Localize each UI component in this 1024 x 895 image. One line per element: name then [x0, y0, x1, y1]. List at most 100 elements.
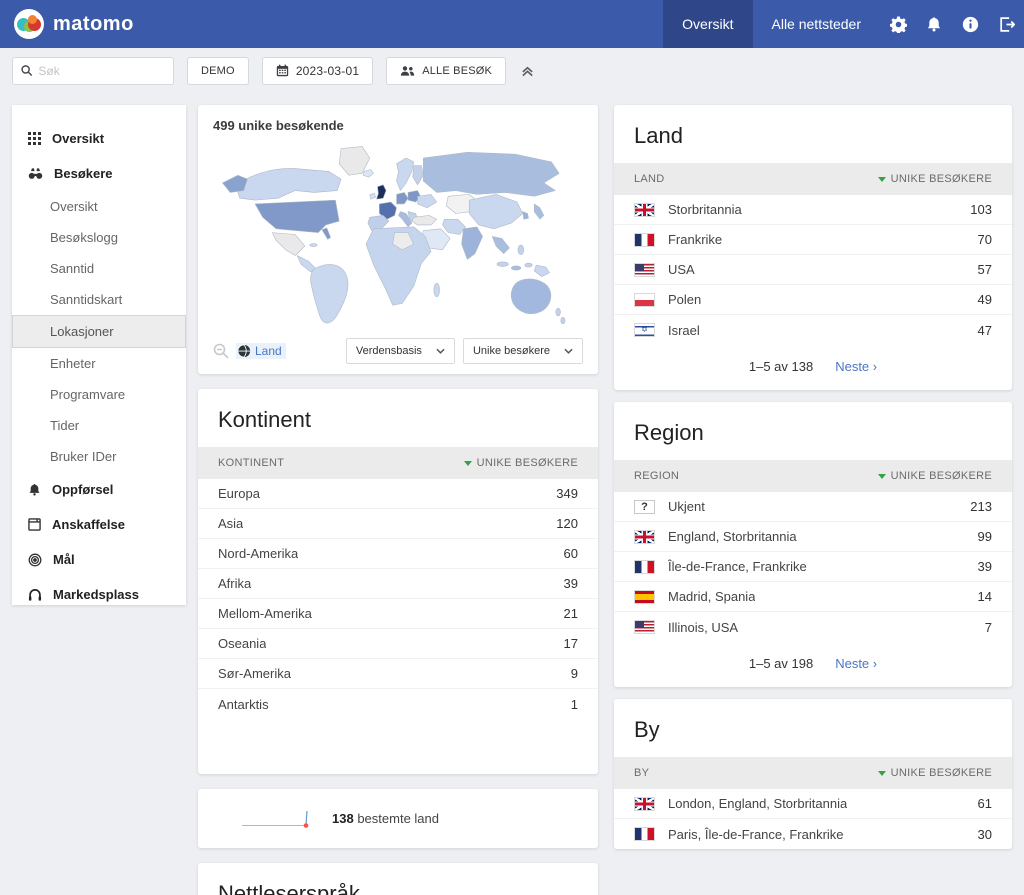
table-body: Europa 349 Asia 120 Nord-Amerika 60 Afri…	[198, 479, 598, 774]
grid-icon	[28, 132, 41, 145]
distinct-countries-widget: 138 bestemte land	[198, 789, 598, 848]
table-row[interactable]: Sør-Amerika 9	[198, 659, 598, 689]
sort-column-header[interactable]: UNIKE BESØKERE	[878, 767, 992, 779]
region-flag-icon	[634, 590, 655, 604]
pagination-next-link[interactable]: Neste ›	[835, 359, 877, 374]
country-flag-icon	[634, 203, 655, 217]
acquisition-window-icon	[28, 518, 41, 531]
search-input[interactable]	[38, 64, 165, 78]
sort-column-header[interactable]: UNIKE BESØKERE	[878, 173, 992, 185]
table-row[interactable]: Europa 349	[198, 479, 598, 509]
table-row[interactable]: London, England, Storbritannia 61	[614, 789, 1012, 819]
matomo-logo[interactable]: matomo	[14, 9, 134, 39]
table-row[interactable]: ? Ukjent 213	[614, 492, 1012, 522]
search-box[interactable]	[12, 57, 174, 85]
date-range-label: 2023-03-01	[296, 64, 359, 78]
pagination-next-link[interactable]: Neste ›	[835, 656, 877, 671]
table-row[interactable]: Nord-Amerika 60	[198, 539, 598, 569]
table-row[interactable]: Antarktis 1	[198, 689, 598, 719]
collapse-chevrons-icon[interactable]	[521, 64, 534, 77]
widget-title: By	[614, 699, 1012, 757]
behavior-bell-icon	[28, 483, 41, 496]
help-info-icon[interactable]	[952, 0, 988, 48]
sidebar-subitem[interactable]: Sanntid	[12, 253, 186, 284]
table-row[interactable]: Madrid, Spania 14	[614, 582, 1012, 612]
notifications-bell-icon[interactable]	[916, 0, 952, 48]
matomo-logo-icon	[14, 9, 44, 39]
search-icon	[21, 64, 32, 77]
table-row[interactable]: Afrika 39	[198, 569, 598, 599]
settings-gear-icon[interactable]	[880, 0, 916, 48]
chevron-down-icon	[564, 348, 573, 354]
table-row[interactable]: Oseania 17	[198, 629, 598, 659]
region-widget: Region REGION UNIKE BESØKERE ? Ukjent 21…	[614, 402, 1012, 687]
sidebar-subitems: OversiktBesøksloggSanntidSanntidskartLok…	[12, 191, 186, 472]
world-map-choropleth[interactable]	[213, 137, 583, 333]
table-row[interactable]: Île-de-France, Frankrike 39	[614, 552, 1012, 582]
logout-icon[interactable]	[988, 0, 1024, 48]
sidebar-subitem[interactable]: Enheter	[12, 348, 186, 379]
sidebar-subitem[interactable]: Oversikt	[12, 191, 186, 222]
map-metric-select[interactable]: Unike besøkere	[463, 338, 583, 364]
table-header: BY UNIKE BESØKERE	[614, 757, 1012, 789]
sidebar-subitem[interactable]: Lokasjoner	[12, 315, 186, 348]
country-flag-icon	[634, 263, 655, 277]
sidebar-subitem[interactable]: Bruker IDer	[12, 441, 186, 472]
country-flag-icon	[634, 323, 655, 337]
sidebar-subitem[interactable]: Besøkslogg	[12, 222, 186, 253]
sidebar-subitem[interactable]: Tider	[12, 410, 186, 441]
widget-title: Nettleserspråk	[198, 863, 598, 895]
table-row[interactable]: Asia 120	[198, 509, 598, 539]
country-flag-icon	[634, 293, 655, 307]
country-flag-icon	[634, 233, 655, 247]
table-row[interactable]: Israel 47	[614, 315, 1012, 345]
city-widget: By BY UNIKE BESØKERE London, England, St…	[614, 699, 1012, 849]
sort-desc-icon	[464, 461, 472, 466]
nav-tab-alle-nettsteder[interactable]: Alle nettsteder	[753, 0, 881, 48]
map-region-link[interactable]: Land	[236, 343, 286, 359]
table-row[interactable]: Paris, Île-de-France, Frankrike 30	[614, 819, 1012, 849]
segment-toolbar: DEMO 2023-03-01 ALLE BESØK	[0, 48, 1024, 93]
globe-icon	[237, 344, 251, 358]
sidebar-item-anskaffelse[interactable]: Anskaffelse	[12, 507, 186, 542]
map-title: 499 unike besøkende	[213, 118, 583, 133]
site-selector-button[interactable]: DEMO	[187, 57, 249, 85]
left-sidebar: Oversikt Besøkere OversiktBesøksloggSann…	[12, 105, 186, 605]
table-header: LAND UNIKE BESØKERE	[614, 163, 1012, 195]
sidebar-item-oppforsel[interactable]: Oppførsel	[12, 472, 186, 507]
table-row[interactable]: Frankrike 70	[614, 225, 1012, 255]
widget-title: Region	[614, 402, 1012, 460]
sort-column-header[interactable]: UNIKE BESØKERE	[878, 470, 992, 482]
map-zoom-out-icon[interactable]	[213, 343, 229, 359]
table-body: ? Ukjent 213 England, Storbritannia 99 Î…	[614, 492, 1012, 642]
table-row[interactable]: USA 57	[614, 255, 1012, 285]
region-flag-icon	[634, 530, 655, 544]
table-row[interactable]: England, Storbritannia 99	[614, 522, 1012, 552]
sidebar-subitem[interactable]: Sanntidskart	[12, 284, 186, 315]
table-row[interactable]: Illinois, USA 7	[614, 612, 1012, 642]
table-row[interactable]: Mellom-Amerika 21	[198, 599, 598, 629]
nav-tab-oversikt[interactable]: Oversikt	[663, 0, 752, 48]
segment-selector-button[interactable]: ALLE BESØK	[386, 57, 506, 85]
sidebar-item-oversikt[interactable]: Oversikt	[12, 121, 186, 156]
pagination-range: 1–5 av 138	[749, 359, 813, 374]
table-body: Storbritannia 103 Frankrike 70 USA 57 Po…	[614, 195, 1012, 345]
top-navbar: matomo Oversikt Alle nettsteder	[0, 0, 1024, 48]
sort-column-header[interactable]: UNIKE BESØKERE	[464, 457, 578, 469]
sort-desc-icon	[878, 771, 886, 776]
country-widget: Land LAND UNIKE BESØKERE Storbritannia 1…	[614, 105, 1012, 390]
sidebar-item-mal[interactable]: Mål	[12, 542, 186, 577]
sidebar-item-besokere[interactable]: Besøkere	[12, 156, 186, 191]
table-row[interactable]: Polen 49	[614, 285, 1012, 315]
map-view-select[interactable]: Verdensbasis	[346, 338, 455, 364]
date-range-button[interactable]: 2023-03-01	[262, 57, 373, 85]
table-header: KONTINENT UNIKE BESØKERE	[198, 447, 598, 479]
sidebar-subitem[interactable]: Programvare	[12, 379, 186, 410]
sidebar-item-markedsplass[interactable]: Markedsplass	[12, 577, 186, 612]
table-row[interactable]: Storbritannia 103	[614, 195, 1012, 225]
goals-target-icon	[28, 553, 42, 567]
segment-label: ALLE BESØK	[422, 65, 492, 77]
sort-desc-icon	[878, 177, 886, 182]
continent-widget: Kontinent KONTINENT UNIKE BESØKERE Europ…	[198, 389, 598, 774]
widget-title: Kontinent	[198, 389, 598, 447]
